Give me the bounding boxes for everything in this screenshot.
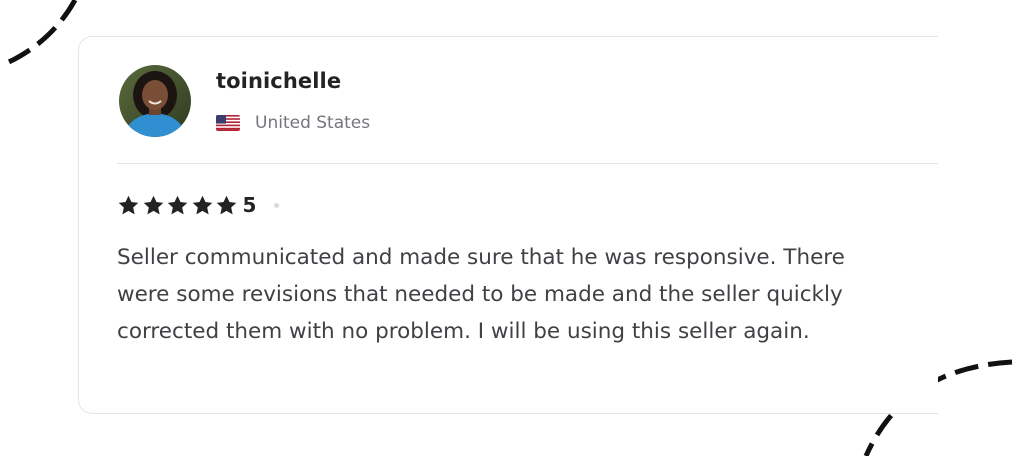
avatar[interactable] [119, 65, 191, 137]
rating-row: 5 [117, 192, 280, 218]
star-icon [192, 195, 212, 214]
reviewer-country: United States [216, 113, 370, 133]
star-icon [118, 195, 139, 214]
avatar-image [119, 65, 191, 137]
review-text: Seller communicated and made sure that h… [117, 245, 845, 344]
us-flag-icon [216, 115, 240, 131]
star-rating [117, 194, 240, 217]
country-name: United States [255, 113, 371, 133]
rating-value: 5 [242, 193, 257, 217]
separator-dot [274, 202, 280, 208]
review-card: toinichelle United States 5 Seller commu… [78, 36, 938, 414]
star-icon [167, 195, 188, 214]
star-icon [216, 195, 237, 214]
divider [117, 163, 938, 164]
reviewer-username[interactable]: toinichelle [216, 69, 341, 93]
star-icon [143, 195, 163, 214]
